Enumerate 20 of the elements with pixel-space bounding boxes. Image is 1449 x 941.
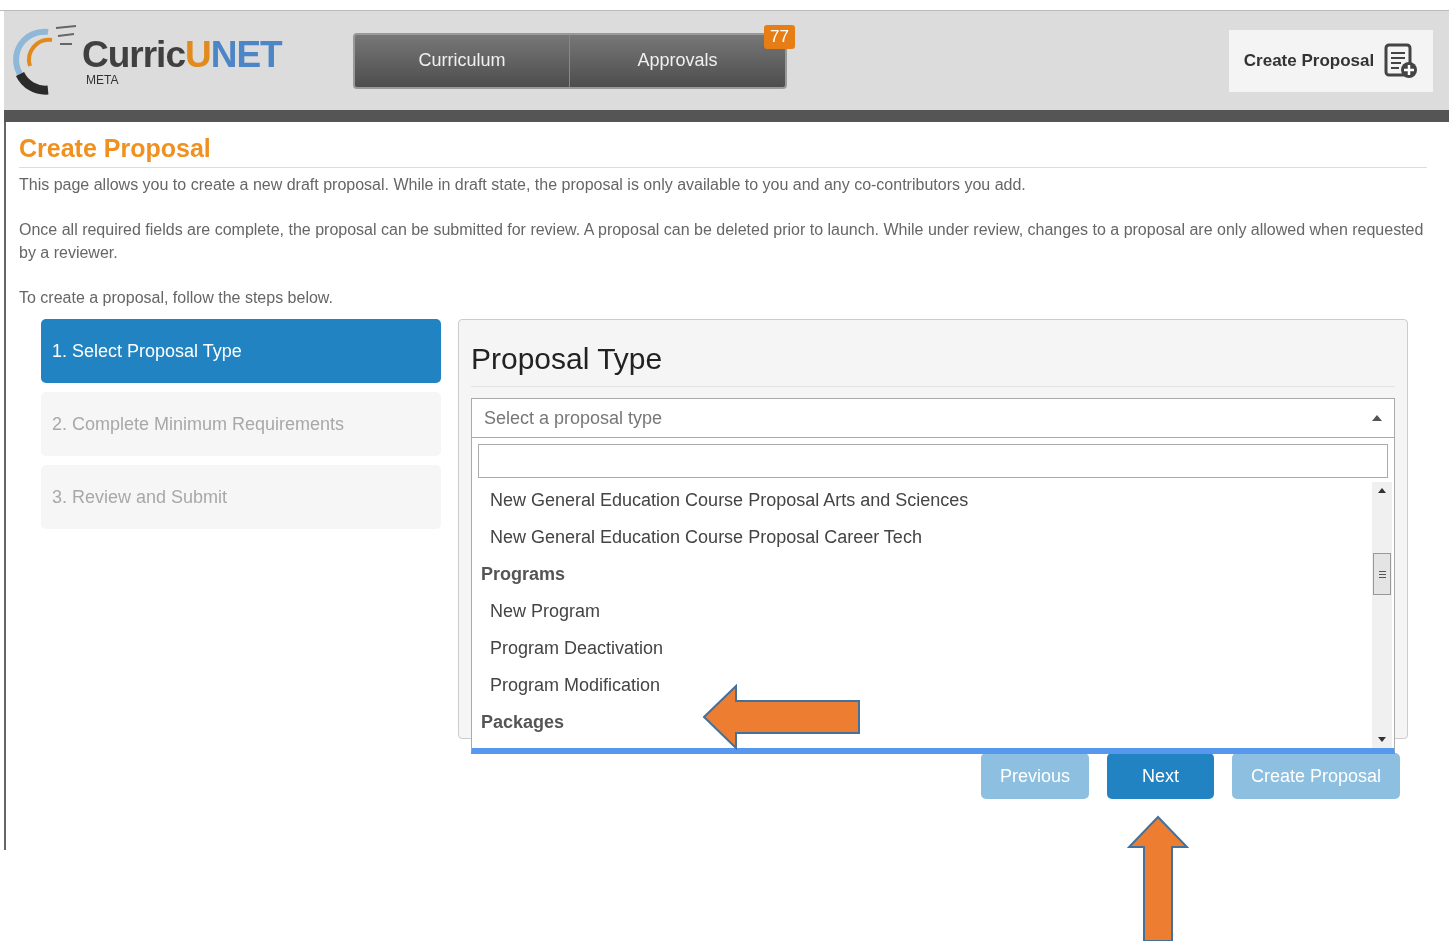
step-item[interactable]: 1. Select Proposal Type [41, 319, 441, 383]
count-badge: 77 [764, 25, 795, 49]
brand-subtitle: META [86, 73, 119, 86]
intro-paragraph: This page allows you to create a new draft proposal. While in draft state, the proposal is only available to you and any co-contributors you add. [19, 175, 1027, 195]
intro-paragraph: Once all required fields are complete, the proposal can be submitted for review. A proposal can be deleted prior to launch. While under review, changes to a proposal are only allowed when requested by a reviewer. [19, 220, 1425, 263]
panel-title: Proposal Type [471, 320, 1395, 387]
dropdown-option[interactable]: Program Deactivation [481, 630, 664, 667]
brand-name: CurricUNET [82, 35, 282, 74]
dropdown-option[interactable]: New General Education Course Proposal Arts and Sciences [481, 482, 969, 519]
nav-tab[interactable]: Curriculum [355, 34, 570, 87]
create-proposal-button[interactable]: Create Proposal [1229, 29, 1433, 92]
option-group-label: Programs [481, 563, 566, 586]
dropdown-option[interactable]: New General Education Course Proposal Career Tech [481, 519, 922, 556]
option-group-label: Packages [481, 711, 565, 734]
page-title: Create Proposal [19, 134, 1427, 168]
step-button[interactable]: Next [1106, 753, 1214, 799]
dropdown-option[interactable]: Program Modification [481, 667, 661, 704]
intro-paragraph: To create a proposal, follow the steps below. [19, 288, 334, 308]
proposal-type-select[interactable]: Select a proposal type [471, 398, 1395, 438]
dropdown-option[interactable]: New Program [481, 593, 601, 630]
